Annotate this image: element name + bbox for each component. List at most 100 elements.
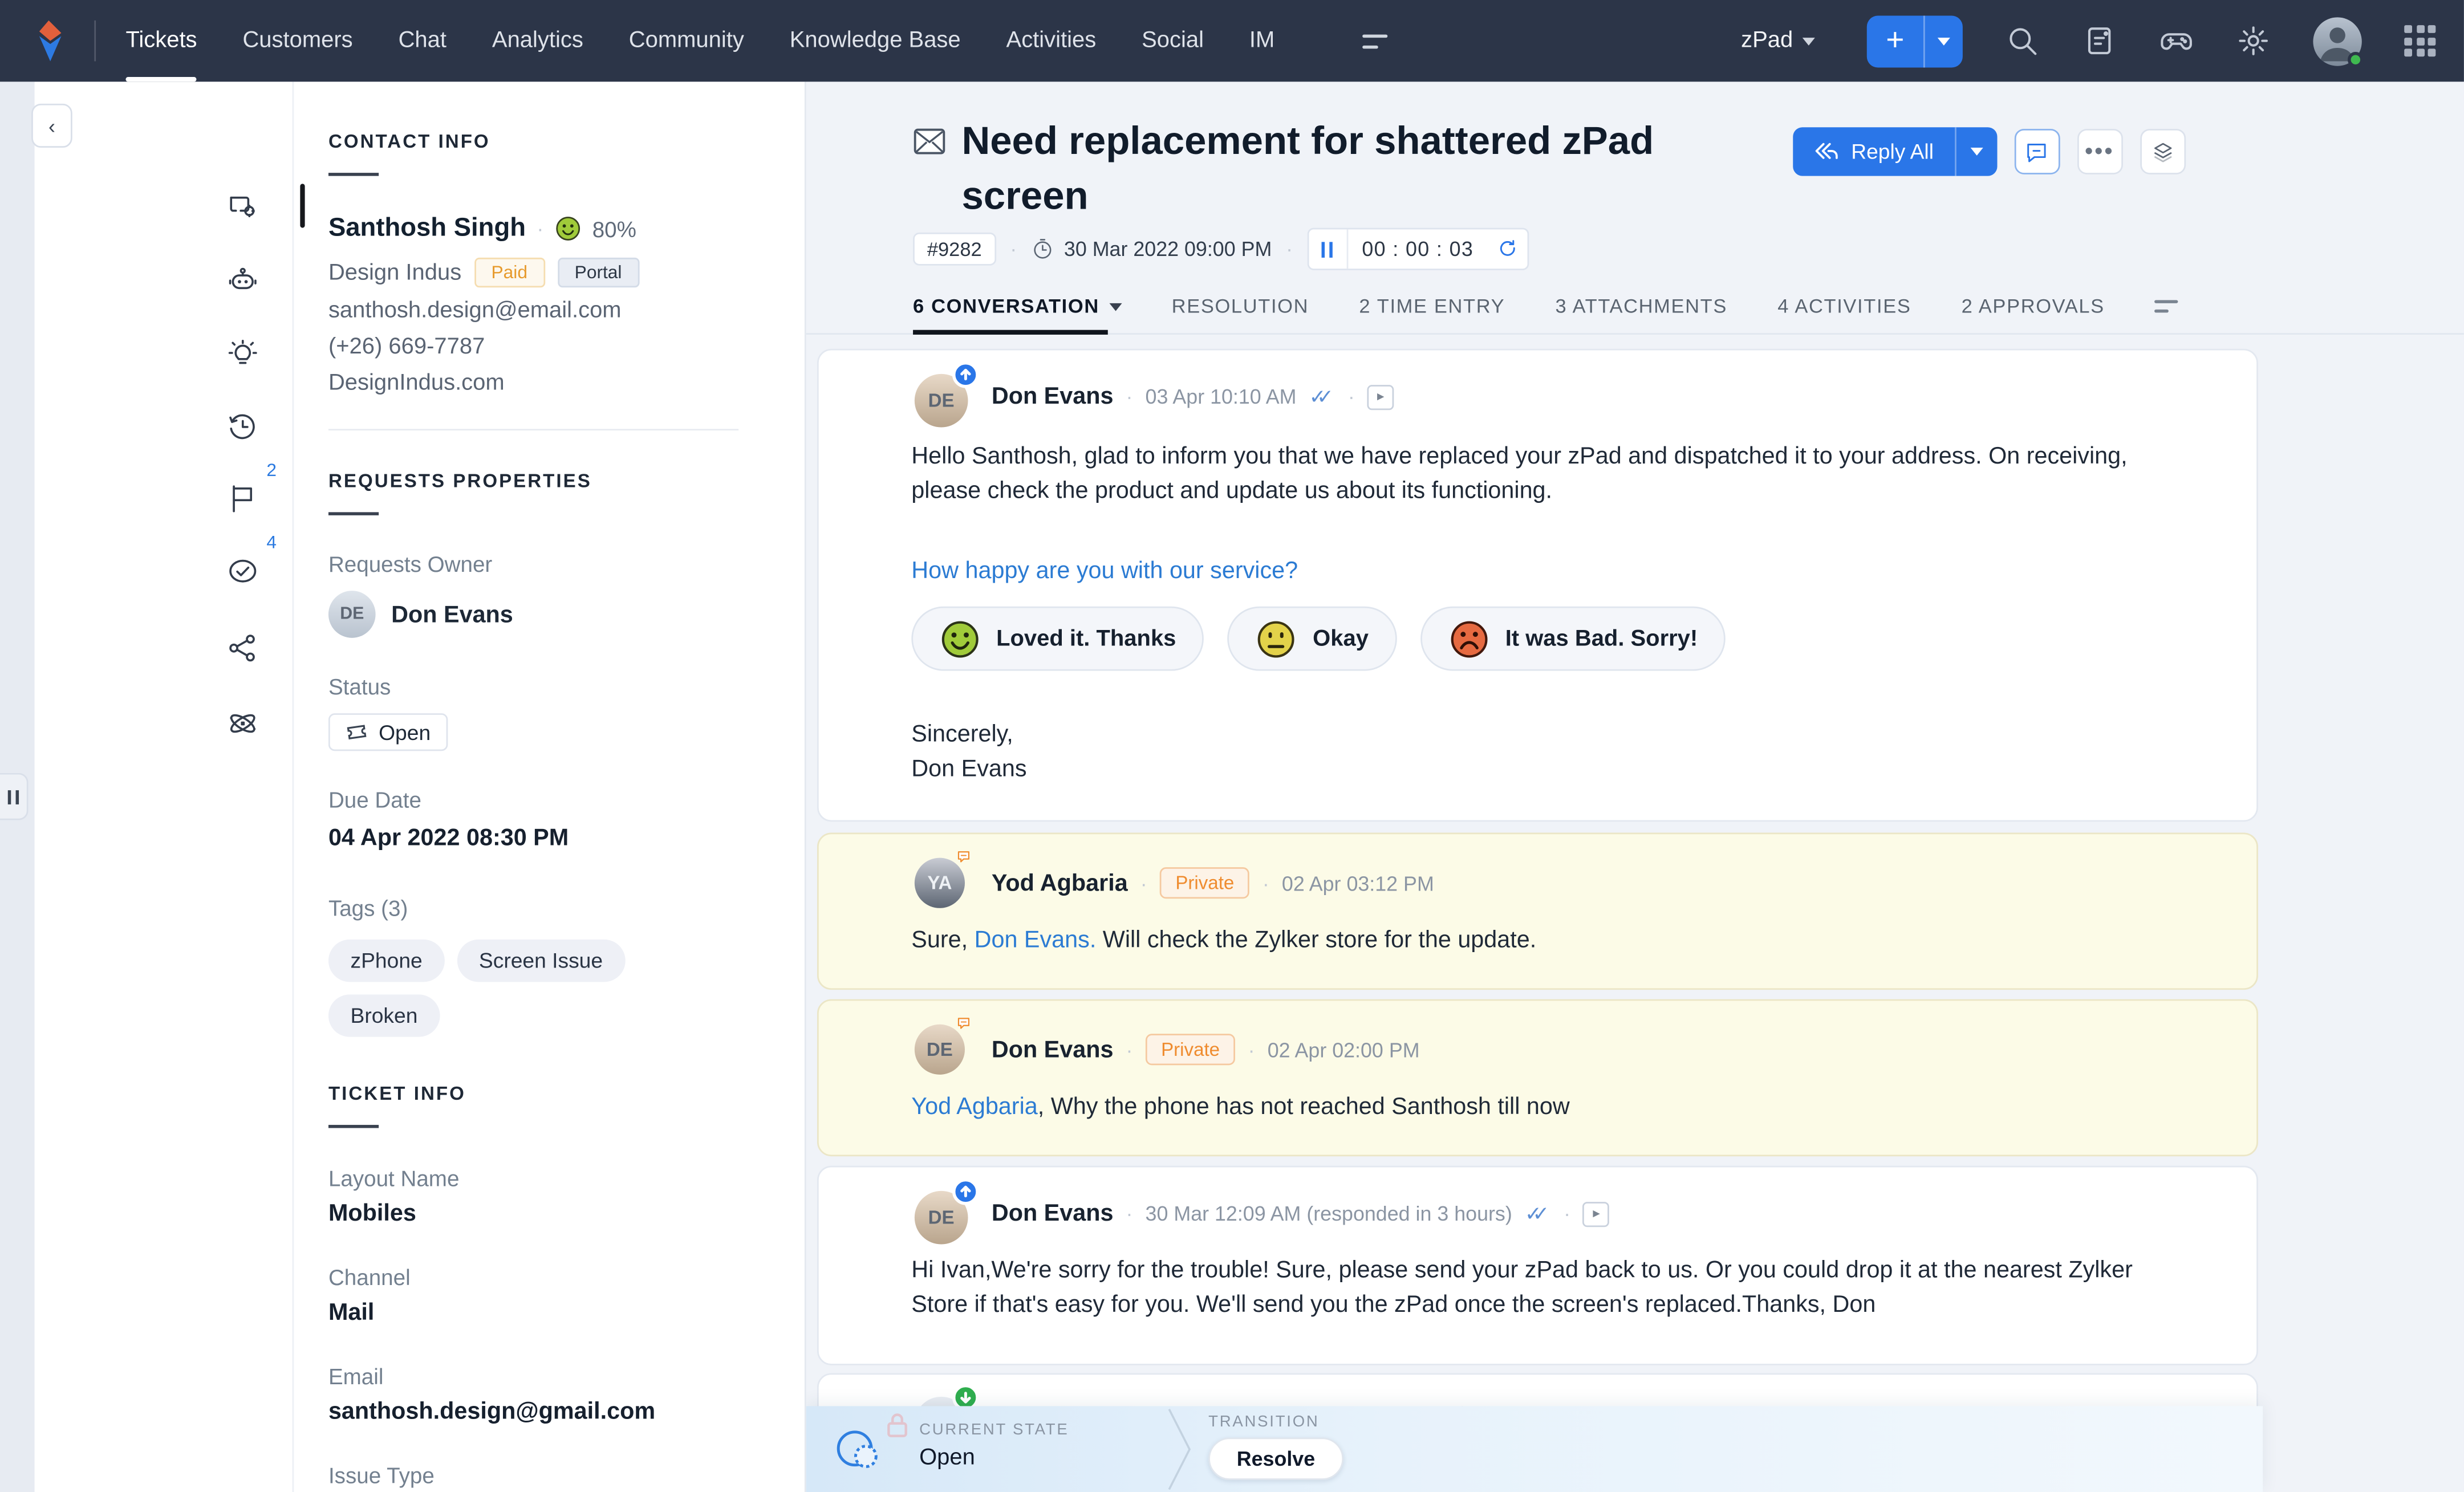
brand-logo-icon[interactable]	[27, 17, 74, 64]
contact-name[interactable]: Santhosh Singh	[328, 214, 526, 243]
thread-avatar: DE	[915, 1191, 968, 1245]
tab-activities[interactable]: 4 ACTIVITIES	[1777, 295, 1911, 318]
gamescope-icon[interactable]	[2159, 23, 2194, 58]
thread-body: Yod Agbaria, Why the phone has not reach…	[911, 1090, 2192, 1125]
due-date-value: 04 Apr 2022 08:30 PM	[328, 825, 744, 852]
add-dropdown[interactable]	[1923, 15, 1963, 67]
add-button[interactable]: +	[1867, 15, 1963, 67]
timer-pause-button[interactable]	[1309, 229, 1348, 269]
private-comment-icon	[949, 844, 979, 871]
field-value: Mail	[328, 1299, 744, 1326]
contact-email[interactable]: santhosh.design@email.com	[328, 299, 744, 324]
separator-dot: ·	[1564, 1202, 1570, 1225]
expand-thread-icon[interactable]: ▸	[1367, 384, 1394, 409]
department-selector[interactable]: zPad	[1741, 29, 1815, 54]
survey-option-bad[interactable]: It was Bad. Sorry!	[1420, 607, 1726, 671]
section-rule	[328, 512, 379, 515]
body-text: Sure,	[911, 927, 974, 954]
current-state-value: Open	[919, 1445, 975, 1470]
requests-properties-title: REQUESTS PROPERTIES	[328, 470, 744, 492]
tag-pill[interactable]: Screen Issue	[457, 940, 624, 982]
panel-drag-handle[interactable]	[0, 773, 29, 820]
status-label: Status	[328, 674, 744, 699]
outbound-arrow-icon	[952, 361, 979, 388]
thread-author[interactable]: Don Evans	[992, 383, 1114, 410]
tab-approvals[interactable]: 2 APPROVALS	[1962, 295, 2105, 318]
nav-item-social[interactable]: Social	[1142, 0, 1204, 82]
nav-item-knowledge-base[interactable]: Knowledge Base	[790, 0, 961, 82]
reply-all-dropdown[interactable]	[1954, 127, 1996, 176]
survey-option-okay[interactable]: Okay	[1228, 607, 1397, 671]
separator-dot: ·	[1126, 1202, 1133, 1225]
tab-label: 6 CONVERSATION	[913, 295, 1099, 318]
nav-item-activities[interactable]: Activities	[1006, 0, 1097, 82]
insights-bulb-icon[interactable]	[210, 327, 273, 380]
status-chip[interactable]: Open	[328, 713, 448, 751]
blueprint-ticket-icon	[834, 1425, 882, 1472]
layers-icon	[2150, 140, 2174, 163]
user-avatar[interactable]	[2313, 17, 2361, 65]
body-text: , Why the phone has not reached Santhosh…	[1038, 1093, 1570, 1120]
resolve-button[interactable]: Resolve	[1208, 1437, 1343, 1479]
owner-name[interactable]: Don Evans	[391, 601, 513, 628]
thread-author[interactable]: Don Evans	[992, 1200, 1114, 1227]
collapse-threads-button[interactable]	[2140, 129, 2185, 174]
thread-author[interactable]: Don Evans	[992, 1036, 1114, 1063]
follow-flag-icon[interactable]: 2	[210, 471, 273, 525]
section-rule	[328, 1125, 379, 1128]
thread-body: Hello Santhosh, glad to inform you that …	[911, 440, 2192, 509]
feeds-icon[interactable]	[2082, 23, 2117, 58]
tabs-overflow-icon[interactable]	[2155, 300, 2178, 312]
tag-pill[interactable]: zPhone	[328, 940, 444, 982]
approvals-check-icon[interactable]: 4	[210, 543, 273, 597]
divider	[328, 429, 738, 430]
history-icon[interactable]	[210, 399, 273, 453]
settings-gear-icon[interactable]	[2236, 23, 2271, 58]
section-rule	[328, 173, 379, 176]
apps-grid-icon[interactable]	[2404, 25, 2435, 56]
collapse-panel-button[interactable]: ‹	[31, 104, 72, 148]
tab-conversation[interactable]: 6 CONVERSATION	[913, 295, 1121, 318]
nav-item-customers[interactable]: Customers	[242, 0, 352, 82]
survey-option-good[interactable]: Loved it. Thanks	[911, 607, 1204, 671]
transition-label: TRANSITION	[1208, 1414, 1319, 1431]
search-icon[interactable]	[2005, 23, 2040, 58]
created-time-icon	[1031, 237, 1054, 261]
integrations-atom-icon[interactable]	[210, 696, 273, 750]
nav-item-community[interactable]: Community	[629, 0, 744, 82]
more-actions-button[interactable]: •••	[2077, 129, 2122, 174]
ticket-id-chip[interactable]: #9282	[913, 233, 996, 266]
thread-author[interactable]: Yod Agbaria	[992, 869, 1128, 896]
tag-pill[interactable]: Broken	[328, 994, 440, 1036]
blueprint-bar: CURRENT STATE Open TRANSITION Resolve	[806, 1406, 2263, 1492]
zia-bot-icon[interactable]	[210, 254, 273, 308]
contact-company[interactable]: Design Indus	[328, 260, 461, 285]
nav-overflow-icon[interactable]	[1363, 34, 1388, 48]
comment-button[interactable]	[2014, 129, 2060, 174]
nav-item-im[interactable]: IM	[1249, 0, 1274, 82]
online-status-dot	[2348, 51, 2364, 67]
expand-thread-icon[interactable]: ▸	[1583, 1201, 1610, 1226]
nav-item-analytics[interactable]: Analytics	[492, 0, 583, 82]
timer-refresh-button[interactable]	[1488, 229, 1527, 269]
contact-website[interactable]: DesignIndus.com	[328, 371, 744, 396]
reply-all-icon	[1813, 141, 1838, 162]
tab-time-entry[interactable]: 2 TIME ENTRY	[1359, 295, 1505, 318]
share-icon[interactable]	[210, 621, 273, 674]
happiness-score: 80%	[592, 216, 636, 241]
mention-link[interactable]: Don Evans.	[975, 927, 1097, 954]
reply-all-button[interactable]: Reply All	[1793, 127, 1996, 176]
contact-phone[interactable]: (+26) 669-7787	[328, 335, 744, 360]
active-rail-indicator	[300, 184, 305, 227]
thread-time: 02 Apr 03:12 PM	[1282, 871, 1434, 895]
mention-link[interactable]: Yod Agbaria	[911, 1093, 1037, 1120]
ticket-properties-icon[interactable]	[210, 179, 273, 233]
private-comment-icon	[949, 1010, 979, 1037]
nav-item-tickets[interactable]: Tickets	[125, 0, 197, 82]
field-label: Channel	[328, 1265, 744, 1290]
field-value: Mobiles	[328, 1200, 744, 1227]
tab-resolution[interactable]: RESOLUTION	[1172, 295, 1309, 318]
nav-item-chat[interactable]: Chat	[399, 0, 446, 82]
tab-attachments[interactable]: 3 ATTACHMENTS	[1555, 295, 1727, 318]
survey-question-link[interactable]: How happy are you with our service?	[911, 558, 1298, 584]
